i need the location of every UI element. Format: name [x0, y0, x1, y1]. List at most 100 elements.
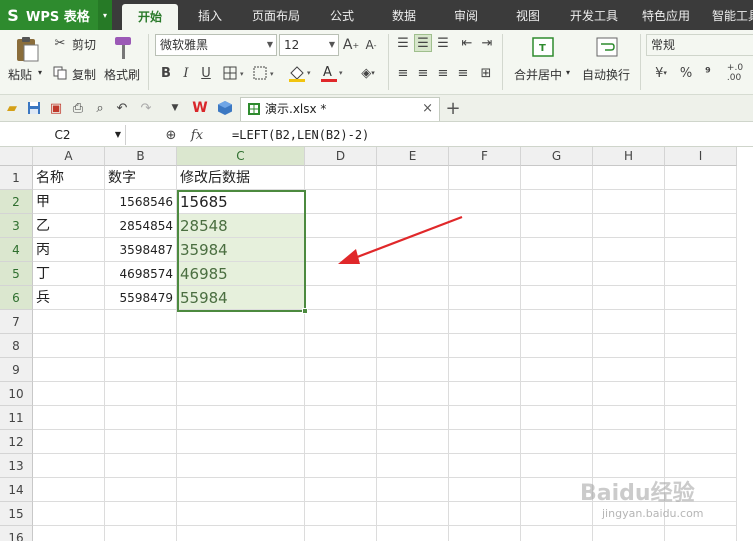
cell-c6[interactable]: 55984 [177, 286, 305, 310]
row-header-12[interactable]: 12 [0, 430, 33, 454]
font-name-select[interactable]: 微软雅黑 ▼ [155, 34, 277, 56]
cell-d10[interactable] [305, 382, 377, 406]
cell-e6[interactable] [377, 286, 449, 310]
font-color-icon[interactable]: A ▾ [318, 62, 348, 84]
cell-d1[interactable] [305, 166, 377, 190]
tab-insert[interactable]: 插入 [186, 0, 234, 30]
cell-g3[interactable] [521, 214, 593, 238]
cell-e16[interactable] [377, 526, 449, 541]
cell-a2[interactable]: 甲 [33, 190, 105, 214]
cell-i12[interactable] [665, 430, 737, 454]
font-size-select[interactable]: 12 ▼ [279, 34, 339, 56]
cell-c11[interactable] [177, 406, 305, 430]
cell-a1[interactable]: 名称 [33, 166, 105, 190]
cell-b13[interactable] [105, 454, 177, 478]
cell-h10[interactable] [593, 382, 665, 406]
cell-b9[interactable] [105, 358, 177, 382]
tab-view[interactable]: 视图 [504, 0, 552, 30]
cell-c2[interactable]: 15685 [177, 190, 305, 214]
fill-handle[interactable] [302, 308, 308, 314]
cell-h4[interactable] [593, 238, 665, 262]
cell-a12[interactable] [33, 430, 105, 454]
cell-i2[interactable] [665, 190, 737, 214]
percent-button[interactable]: % [678, 64, 694, 82]
cell-e13[interactable] [377, 454, 449, 478]
merge-center-icon[interactable]: T [530, 34, 556, 60]
cell-d13[interactable] [305, 454, 377, 478]
align-bottom-icon[interactable]: ☰ [434, 34, 452, 52]
app-dropdown-icon[interactable]: ▾ [98, 0, 112, 30]
tab-home[interactable]: 开始 [122, 4, 178, 30]
cell-b16[interactable] [105, 526, 177, 541]
cell-d9[interactable] [305, 358, 377, 382]
cell-g2[interactable] [521, 190, 593, 214]
cell-f15[interactable] [449, 502, 521, 526]
cell-a14[interactable] [33, 478, 105, 502]
cell-b11[interactable] [105, 406, 177, 430]
tab-data[interactable]: 数据 [380, 0, 428, 30]
cell-c15[interactable] [177, 502, 305, 526]
column-header-f[interactable]: F [449, 147, 521, 166]
chevron-down-icon[interactable]: ▼ [115, 125, 121, 145]
row-header-6[interactable]: 6 [0, 286, 33, 310]
row-header-8[interactable]: 8 [0, 334, 33, 358]
cell-g7[interactable] [521, 310, 593, 334]
cell-c5[interactable]: 46985 [177, 262, 305, 286]
cell-h8[interactable] [593, 334, 665, 358]
wrap-text-icon[interactable] [594, 34, 620, 60]
row-header-4[interactable]: 4 [0, 238, 33, 262]
copy-icon[interactable] [52, 64, 68, 82]
format-painter-button[interactable]: 格式刷 [104, 66, 140, 83]
cell-b5[interactable]: 4698574 [105, 262, 177, 286]
cell-h16[interactable] [593, 526, 665, 541]
cell-a15[interactable] [33, 502, 105, 526]
redo-icon[interactable]: ↷ [138, 100, 154, 116]
wps-w-icon[interactable]: W [190, 99, 210, 117]
row-header-7[interactable]: 7 [0, 310, 33, 334]
tab-formulas[interactable]: 公式 [318, 0, 366, 30]
column-header-h[interactable]: H [593, 147, 665, 166]
cell-g16[interactable] [521, 526, 593, 541]
cell-b6[interactable]: 5598479 [105, 286, 177, 310]
cell-a11[interactable] [33, 406, 105, 430]
cell-e12[interactable] [377, 430, 449, 454]
cell-g5[interactable] [521, 262, 593, 286]
paste-icon[interactable] [12, 34, 42, 64]
cell-b1[interactable]: 数字 [105, 166, 177, 190]
cell-i6[interactable] [665, 286, 737, 310]
column-header-e[interactable]: E [377, 147, 449, 166]
column-header-i[interactable]: I [665, 147, 737, 166]
cell-e10[interactable] [377, 382, 449, 406]
cell-g1[interactable] [521, 166, 593, 190]
cell-f13[interactable] [449, 454, 521, 478]
number-format-select[interactable]: 常规 [646, 34, 753, 56]
paste-button[interactable]: 粘贴 [8, 66, 32, 83]
cell-c9[interactable] [177, 358, 305, 382]
cell-h3[interactable] [593, 214, 665, 238]
cell-h11[interactable] [593, 406, 665, 430]
cell-f11[interactable] [449, 406, 521, 430]
cell-a3[interactable]: 乙 [33, 214, 105, 238]
cell-e15[interactable] [377, 502, 449, 526]
function-wizard-button[interactable]: fx [186, 126, 208, 144]
cell-d14[interactable] [305, 478, 377, 502]
cell-b2[interactable]: 1568546 [105, 190, 177, 214]
cell-i3[interactable] [665, 214, 737, 238]
paste-dropdown-icon[interactable]: ▾ [38, 68, 42, 77]
close-tab-icon[interactable]: × [422, 98, 433, 120]
cell-a6[interactable]: 兵 [33, 286, 105, 310]
column-header-b[interactable]: B [105, 147, 177, 166]
cell-b10[interactable] [105, 382, 177, 406]
row-header-1[interactable]: 1 [0, 166, 33, 190]
column-header-c[interactable]: C [177, 147, 305, 166]
cell-f6[interactable] [449, 286, 521, 310]
italic-button[interactable]: I [178, 64, 194, 82]
select-all-corner[interactable] [0, 147, 33, 166]
cell-e11[interactable] [377, 406, 449, 430]
print-preview-icon[interactable]: ⌕ [92, 100, 108, 116]
cell-b8[interactable] [105, 334, 177, 358]
row-header-11[interactable]: 11 [0, 406, 33, 430]
cell-e8[interactable] [377, 334, 449, 358]
cell-c3[interactable]: 28548 [177, 214, 305, 238]
decrease-font-icon[interactable]: A- [362, 35, 380, 55]
